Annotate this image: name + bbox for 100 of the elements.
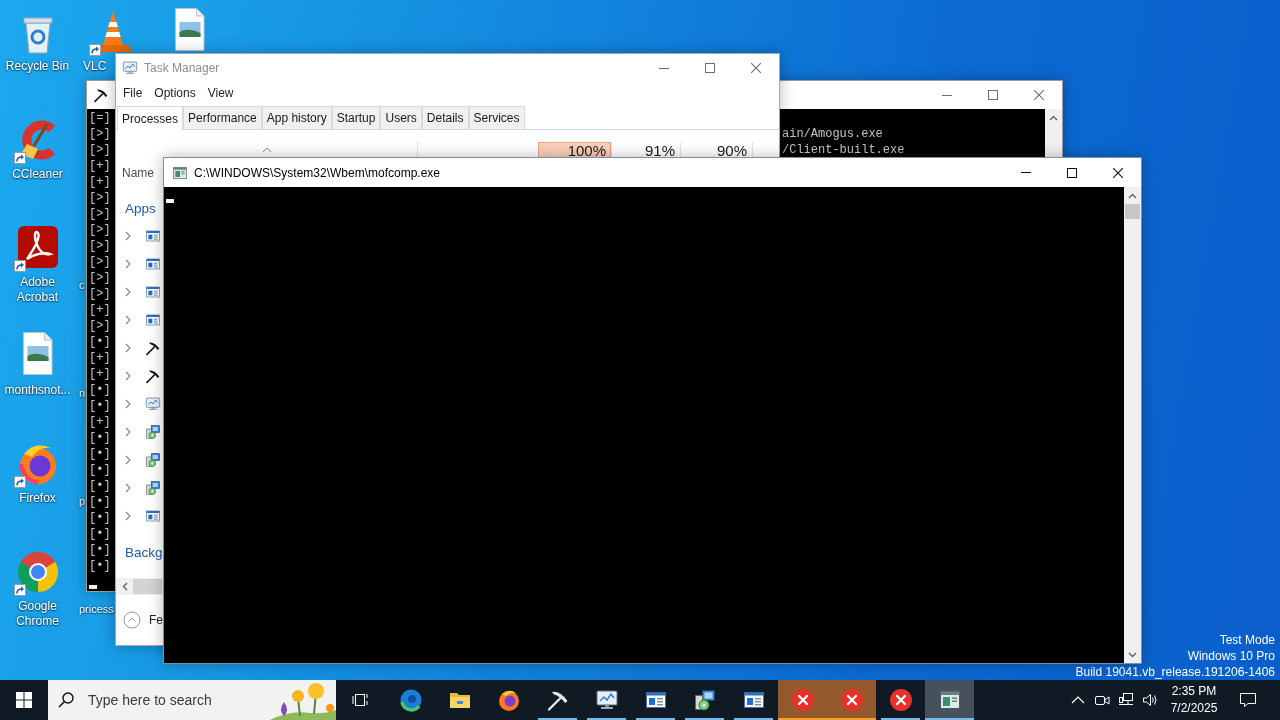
- console-text: [+]: [89, 158, 112, 174]
- close-icon: [1113, 167, 1123, 178]
- network-icon[interactable]: [1118, 692, 1134, 708]
- scrollbar-thumb[interactable]: [1125, 204, 1140, 219]
- maximize-icon: [705, 63, 715, 73]
- search-input[interactable]: Type here to search: [88, 692, 258, 708]
- expand-chevron-icon[interactable]: [124, 231, 132, 241]
- windows-logo-icon: [16, 692, 32, 708]
- menu-item[interactable]: File: [117, 86, 149, 100]
- collapse-circle-icon[interactable]: [123, 611, 141, 629]
- window-icon: [145, 312, 161, 328]
- computer-disc-icon: [145, 424, 161, 440]
- clock[interactable]: 2:35 PM 7/2/2025: [1162, 680, 1226, 720]
- tab[interactable]: Details: [421, 106, 469, 129]
- notification-icon: [1239, 692, 1257, 708]
- group-heading: Apps: [125, 199, 156, 218]
- expand-chevron-icon[interactable]: [124, 455, 132, 465]
- window-title: Task Manager: [144, 61, 220, 75]
- scroll-down-icon[interactable]: [1128, 650, 1137, 659]
- console-text: [>]: [89, 238, 112, 254]
- sort-caret-icon[interactable]: [261, 147, 272, 153]
- horizontal-scrollbar[interactable]: [116, 578, 163, 595]
- image-file-icon[interactable]: [173, 8, 205, 51]
- system-notice-text: Build 19041.vb_release.191206-1406: [1075, 664, 1275, 680]
- console-text: [>]: [89, 222, 112, 238]
- tab[interactable]: Users: [380, 106, 422, 129]
- vertical-scrollbar[interactable]: [1045, 109, 1062, 157]
- vertical-scrollbar[interactable]: [1124, 187, 1141, 663]
- console-text: [>]: [89, 190, 112, 206]
- console-text: [>]: [89, 286, 112, 302]
- monitor-chart-icon: [122, 60, 138, 76]
- console-text: [•]: [89, 526, 112, 542]
- tab[interactable]: Startup: [331, 106, 381, 129]
- task-view-icon: [352, 692, 370, 708]
- console-text: ain/Amogus.exe: [782, 126, 884, 142]
- window-icon: [145, 284, 161, 300]
- console-text: [•]: [89, 558, 112, 574]
- menu-item[interactable]: Options: [148, 86, 202, 100]
- window-icon: [145, 508, 161, 524]
- expand-chevron-icon[interactable]: [124, 427, 132, 437]
- console-text: [+]: [89, 414, 112, 430]
- console-text: [>]: [89, 126, 112, 142]
- expand-chevron-icon[interactable]: [124, 511, 132, 521]
- close-icon: [1034, 90, 1044, 100]
- column-header[interactable]: Name: [122, 165, 154, 180]
- console-text: [>]: [89, 318, 112, 334]
- tab[interactable]: App history: [261, 106, 332, 129]
- console-text: [•]: [89, 462, 112, 478]
- window-title: C:\WINDOWS\System32\Wbem\mofcomp.exe: [194, 165, 441, 180]
- console-text: [>]: [89, 142, 112, 158]
- console-text: [•]: [89, 494, 112, 510]
- scrollbar-thumb[interactable]: [133, 579, 162, 594]
- system-notice-text: Test Mode: [1219, 632, 1275, 648]
- speaker-icon[interactable]: [1142, 692, 1158, 708]
- menu-item[interactable]: View: [201, 86, 240, 100]
- flower-drawing: [270, 680, 336, 720]
- console-text: [+]: [89, 366, 112, 382]
- scroll-up-icon[interactable]: [1049, 113, 1058, 122]
- group-heading: Backg: [125, 543, 163, 562]
- expand-chevron-icon[interactable]: [124, 343, 132, 353]
- error-icon: [790, 688, 815, 712]
- tab[interactable]: Services: [468, 106, 525, 129]
- image-file-icon[interactable]: [22, 332, 53, 375]
- expand-chevron-icon[interactable]: [124, 287, 132, 297]
- scroll-left-icon[interactable]: [120, 582, 129, 591]
- window-icon: [145, 228, 161, 244]
- maximize-icon: [1067, 167, 1077, 178]
- fox-browser-icon: [496, 688, 521, 712]
- console-text: [•]: [89, 430, 112, 446]
- tab[interactable]: Performance: [183, 106, 262, 129]
- computer-disc-icon: [145, 452, 161, 468]
- details-toggle[interactable]: Fe: [149, 613, 163, 627]
- expand-chevron-icon[interactable]: [124, 371, 132, 381]
- swirl-browser-icon: [398, 688, 423, 712]
- console-text: [•]: [89, 398, 112, 414]
- monitor-chart-icon: [594, 688, 619, 712]
- expand-chevron-icon[interactable]: [124, 315, 132, 325]
- console-text: [•]: [89, 542, 112, 558]
- expand-chevron-icon[interactable]: [124, 259, 132, 269]
- console-text: [>]: [89, 270, 112, 286]
- console-text: [•]: [89, 478, 112, 494]
- console-text: [•]: [89, 382, 112, 398]
- console-text: [=]: [89, 110, 112, 126]
- computer-disc-icon: [145, 480, 161, 496]
- scroll-up-icon[interactable]: [1128, 191, 1137, 200]
- tab[interactable]: Processes: [117, 106, 184, 130]
- search-icon[interactable]: [57, 691, 75, 709]
- console-text: [•]: [89, 334, 112, 350]
- hammer-icon: [145, 368, 161, 384]
- taskbar-app-button[interactable]: [925, 680, 974, 720]
- close-icon: [751, 63, 761, 73]
- text-cursor-icon: [89, 585, 97, 589]
- expand-chevron-icon[interactable]: [124, 483, 132, 493]
- minimize-icon: [942, 94, 952, 96]
- console-text: [+]: [89, 302, 112, 318]
- chevron-up-icon[interactable]: [1071, 696, 1085, 704]
- console-window-icon: [937, 688, 962, 712]
- console-text: [>]: [89, 254, 112, 270]
- minimize-icon: [659, 67, 669, 69]
- expand-chevron-icon[interactable]: [124, 399, 132, 409]
